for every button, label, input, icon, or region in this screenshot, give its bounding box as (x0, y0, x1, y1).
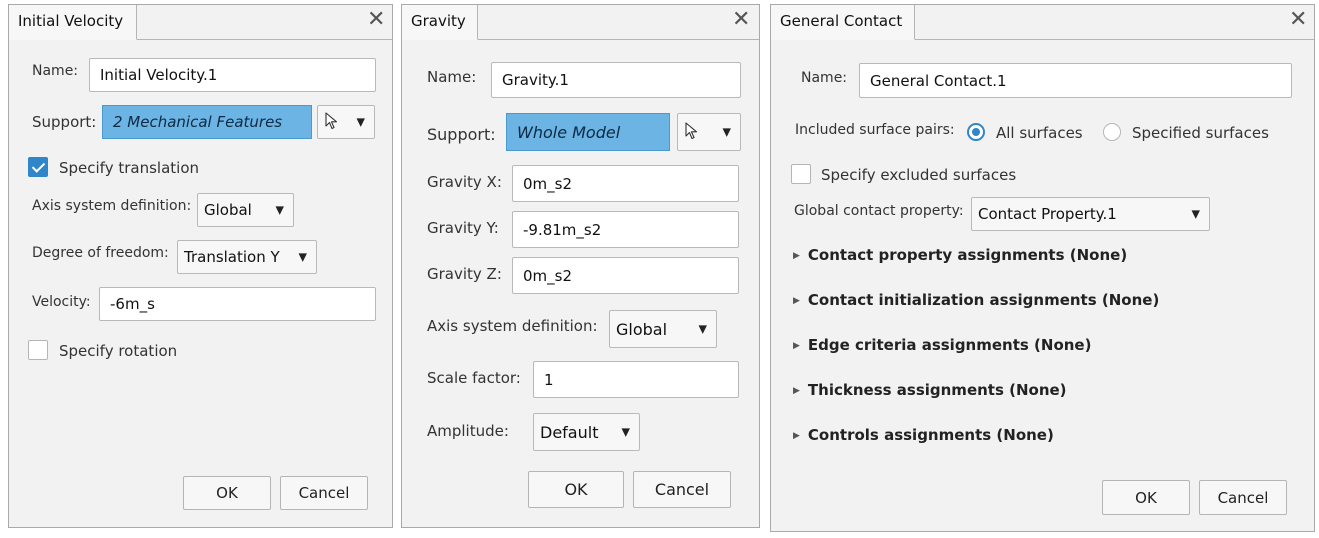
support-label: Support: (427, 125, 496, 144)
name-field[interactable]: Gravity.1 (491, 62, 741, 98)
triangle-right-icon: ▶ (793, 386, 800, 396)
global-contact-property-value: Contact Property.1 (978, 205, 1117, 223)
amplitude-value: Default (540, 422, 599, 442)
tab-general-contact[interactable]: General Contact (771, 5, 915, 40)
all-surfaces-label: All surfaces (996, 124, 1083, 142)
section-controls-assignments[interactable]: ▶ Controls assignments (None) (793, 426, 1054, 444)
axis-system-label: Axis system definition: (32, 198, 192, 214)
initial-velocity-dialog: Initial Velocity ✕ Name: Initial Velocit… (8, 4, 393, 528)
cursor-arrow-icon (685, 122, 698, 140)
section-contact-initialization-assignments[interactable]: ▶ Contact initialization assignments (Non… (793, 291, 1159, 309)
dof-dropdown[interactable]: Translation Y ▼ (177, 240, 317, 274)
triangle-right-icon: ▶ (793, 341, 800, 351)
specify-rotation-label: Specify rotation (59, 342, 178, 360)
gravity-x-field[interactable]: 0m_s2 (512, 165, 739, 202)
name-label: Name: (427, 68, 477, 86)
gravity-x-label: Gravity X: (427, 173, 502, 191)
triangle-right-icon: ▶ (793, 251, 800, 261)
specified-surfaces-label: Specified surfaces (1132, 124, 1269, 142)
triangle-right-icon: ▶ (793, 296, 800, 306)
gravity-dialog: Gravity ✕ Name: Gravity.1 Support: Whole… (401, 4, 760, 528)
ok-button[interactable]: OK (528, 471, 624, 508)
axis-system-dropdown[interactable]: Global ▼ (197, 193, 294, 227)
name-field[interactable]: Initial Velocity.1 (89, 58, 376, 92)
specify-translation-label: Specify translation (59, 159, 200, 177)
general-contact-dialog: General Contact ✕ Name: General Contact.… (770, 4, 1315, 532)
section-label: Contact initialization assignments (None… (807, 291, 1160, 309)
specify-translation-checkbox[interactable] (28, 157, 48, 177)
section-thickness-assignments[interactable]: ▶ Thickness assignments (None) (793, 381, 1067, 399)
name-field[interactable]: General Contact.1 (859, 63, 1292, 98)
chevron-down-icon: ▼ (298, 250, 307, 264)
close-icon[interactable]: ✕ (732, 7, 750, 33)
exclude-surfaces-checkbox[interactable] (791, 164, 811, 184)
name-label: Name: (801, 70, 848, 86)
cancel-button[interactable]: Cancel (633, 471, 731, 508)
close-icon[interactable]: ✕ (1289, 7, 1307, 33)
section-label: Controls assignments (None) (807, 426, 1054, 444)
gravity-z-label: Gravity Z: (427, 265, 502, 283)
axis-system-value: Global (616, 319, 668, 339)
section-label: Contact property assignments (None) (807, 246, 1128, 264)
included-surface-pairs-label: Included surface pairs: (795, 122, 955, 138)
chevron-down-icon: ▼ (1191, 207, 1200, 221)
tab-initial-velocity[interactable]: Initial Velocity (9, 5, 137, 40)
chevron-down-icon: ▼ (722, 125, 731, 139)
section-contact-property-assignments[interactable]: ▶ Contact property assignments (None) (793, 246, 1127, 264)
cancel-button[interactable]: Cancel (1199, 480, 1287, 515)
gravity-y-label: Gravity Y: (427, 219, 499, 237)
chevron-down-icon: ▼ (698, 322, 707, 336)
support-selection[interactable]: Whole Model (506, 113, 670, 151)
chevron-down-icon: ▼ (621, 425, 630, 439)
section-label: Thickness assignments (None) (807, 381, 1067, 399)
global-contact-property-label: Global contact property: (794, 203, 964, 219)
global-contact-property-dropdown[interactable]: Contact Property.1 ▼ (971, 197, 1210, 231)
scale-factor-label: Scale factor: (427, 369, 521, 387)
support-label: Support: (32, 113, 97, 131)
axis-system-value: Global (204, 201, 252, 219)
cancel-button[interactable]: Cancel (280, 476, 368, 510)
chevron-down-icon: ▼ (356, 115, 365, 129)
gravity-y-field[interactable]: -9.81m_s2 (512, 211, 739, 248)
dof-label: Degree of freedom: (32, 245, 169, 261)
velocity-field[interactable]: -6m_s (99, 287, 376, 321)
chevron-down-icon: ▼ (275, 203, 284, 217)
amplitude-dropdown[interactable]: Default ▼ (533, 413, 640, 451)
name-label: Name: (32, 63, 79, 79)
cursor-arrow-icon (325, 112, 338, 130)
section-edge-criteria-assignments[interactable]: ▶ Edge criteria assignments (None) (793, 336, 1091, 354)
axis-system-label: Axis system definition: (427, 317, 598, 335)
all-surfaces-radio[interactable] (967, 123, 985, 141)
ok-button[interactable]: OK (1102, 480, 1190, 515)
triangle-right-icon: ▶ (793, 431, 800, 441)
section-label: Edge criteria assignments (None) (807, 336, 1092, 354)
support-picker-button[interactable]: ▼ (317, 105, 375, 139)
support-picker-button[interactable]: ▼ (677, 113, 741, 151)
exclude-surfaces-label: Specify excluded surfaces (821, 166, 1017, 184)
gravity-z-field[interactable]: 0m_s2 (512, 257, 739, 294)
ok-button[interactable]: OK (183, 476, 271, 510)
support-selection[interactable]: 2 Mechanical Features (102, 105, 312, 139)
specified-surfaces-radio[interactable] (1103, 123, 1121, 141)
tab-gravity[interactable]: Gravity (402, 5, 478, 40)
scale-factor-field[interactable]: 1 (533, 361, 739, 398)
axis-system-dropdown[interactable]: Global ▼ (609, 310, 717, 348)
velocity-label: Velocity: (32, 294, 91, 310)
dof-value: Translation Y (184, 248, 280, 266)
amplitude-label: Amplitude: (427, 422, 509, 440)
specify-rotation-checkbox[interactable] (28, 340, 48, 360)
close-icon[interactable]: ✕ (367, 7, 385, 33)
